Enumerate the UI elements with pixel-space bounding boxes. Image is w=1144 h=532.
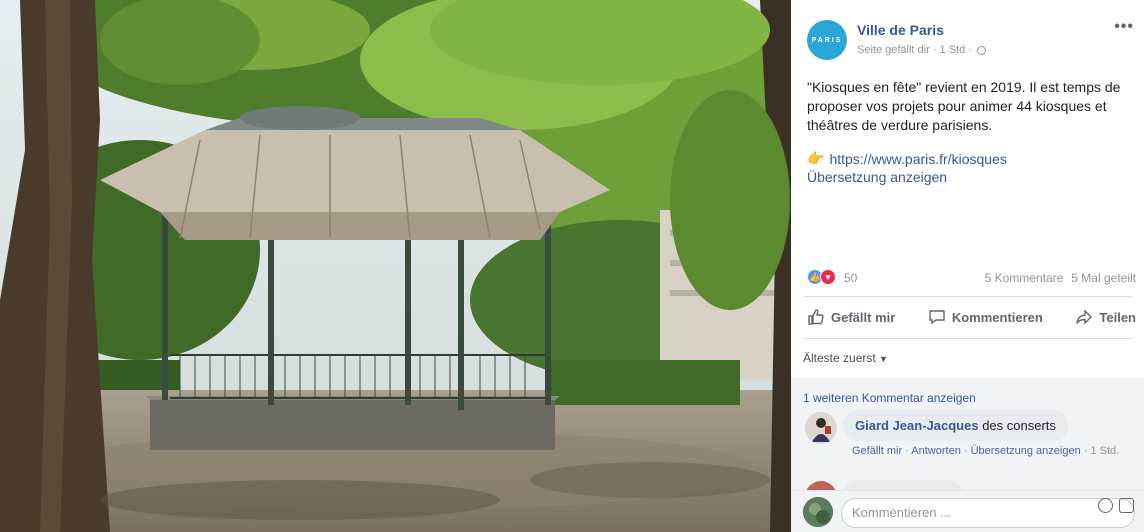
page-avatar[interactable]: PARIS: [807, 20, 847, 60]
comment-time[interactable]: 1 Std.: [1090, 445, 1119, 457]
share-count[interactable]: 5 Mal geteilt: [1071, 271, 1136, 285]
post-sidebar: PARIS Ville de Paris Seite gefällt dir ·…: [791, 0, 1144, 532]
post-stats: 👍 ♥ 50 5 Kommentare 5 Mal geteilt: [807, 268, 1136, 288]
divider: [803, 296, 1132, 297]
page-name[interactable]: Ville de Paris: [857, 22, 944, 38]
comment-author[interactable]: Giard Jean-Jacques: [855, 418, 979, 433]
avatar-image: [803, 497, 833, 527]
comment-input[interactable]: Kommentieren ...: [841, 498, 1135, 528]
like-button-label: Gefällt mir: [831, 309, 896, 325]
reaction-icons[interactable]: 👍 ♥: [807, 269, 836, 285]
post-actions: Gefällt mir Kommentieren Teilen: [807, 304, 1136, 330]
composer-icons: [1098, 498, 1134, 513]
smiley-icon[interactable]: [1098, 498, 1113, 513]
comment-reply-link[interactable]: Antworten: [911, 445, 961, 457]
love-reaction-icon: ♥: [820, 269, 836, 285]
comment-translate-link[interactable]: Übersetzung anzeigen: [971, 445, 1081, 457]
share-arrow-icon: [1076, 309, 1093, 325]
current-user-avatar: [803, 497, 833, 527]
comment-count[interactable]: 5 Kommentare: [985, 271, 1064, 285]
globe-icon[interactable]: [976, 45, 986, 55]
thumbs-up-icon: [808, 309, 824, 325]
comment-bubble: Giard Jean-Jacques des conserts: [843, 410, 1068, 441]
pointing-hand-icon: 👉: [807, 150, 825, 166]
post-meta: Seite gefällt dir · 1 Std ·: [857, 44, 986, 56]
post-link-line: 👉 https://www.paris.fr/kiosques: [807, 150, 1007, 167]
comment-like-link[interactable]: Gefällt mir: [852, 445, 902, 457]
more-options-button[interactable]: •••: [1114, 18, 1134, 36]
caret-down-icon: ▼: [879, 354, 888, 364]
comment-composer: Kommentieren ...: [791, 490, 1144, 532]
stats-right: 5 Kommentare 5 Mal geteilt: [985, 271, 1136, 285]
comment-actions: Gefällt mir · Antworten · Übersetzung an…: [852, 445, 1120, 457]
post-meta-text: Seite gefällt dir · 1 Std ·: [857, 44, 972, 56]
sort-label: Älteste zuerst: [803, 351, 876, 365]
like-button[interactable]: Gefällt mir: [807, 304, 895, 330]
post-photo[interactable]: [0, 0, 791, 532]
divider: [803, 338, 1132, 339]
post-body-text: "Kiosques en fête" revient en 2019. Il e…: [807, 79, 1121, 133]
avatar-logo-text: PARIS: [811, 36, 843, 44]
comment-author-avatar[interactable]: [805, 412, 837, 444]
avatar-image: [805, 412, 837, 444]
comment-text: des conserts: [982, 418, 1056, 433]
bandstand-photo: [0, 0, 791, 532]
share-button[interactable]: Teilen: [1075, 304, 1136, 330]
comment-button-label: Kommentieren: [951, 309, 1043, 325]
post-link[interactable]: https://www.paris.fr/kiosques: [829, 151, 1006, 167]
comment-sort-dropdown[interactable]: Älteste zuerst ▼: [803, 351, 888, 365]
translate-post-link[interactable]: Übersetzung anzeigen: [807, 169, 947, 185]
comment-button[interactable]: Kommentieren: [928, 304, 1043, 330]
comment-input-placeholder: Kommentieren ...: [852, 505, 951, 520]
view-more-comments-link[interactable]: 1 weiteren Kommentar anzeigen: [803, 391, 976, 405]
share-button-label: Teilen: [1099, 309, 1136, 325]
post-header: PARIS Ville de Paris Seite gefällt dir ·…: [807, 18, 1144, 62]
speech-bubble-icon: [929, 310, 945, 325]
reaction-count[interactable]: 50: [844, 271, 857, 285]
sticker-icon[interactable]: [1119, 498, 1134, 513]
